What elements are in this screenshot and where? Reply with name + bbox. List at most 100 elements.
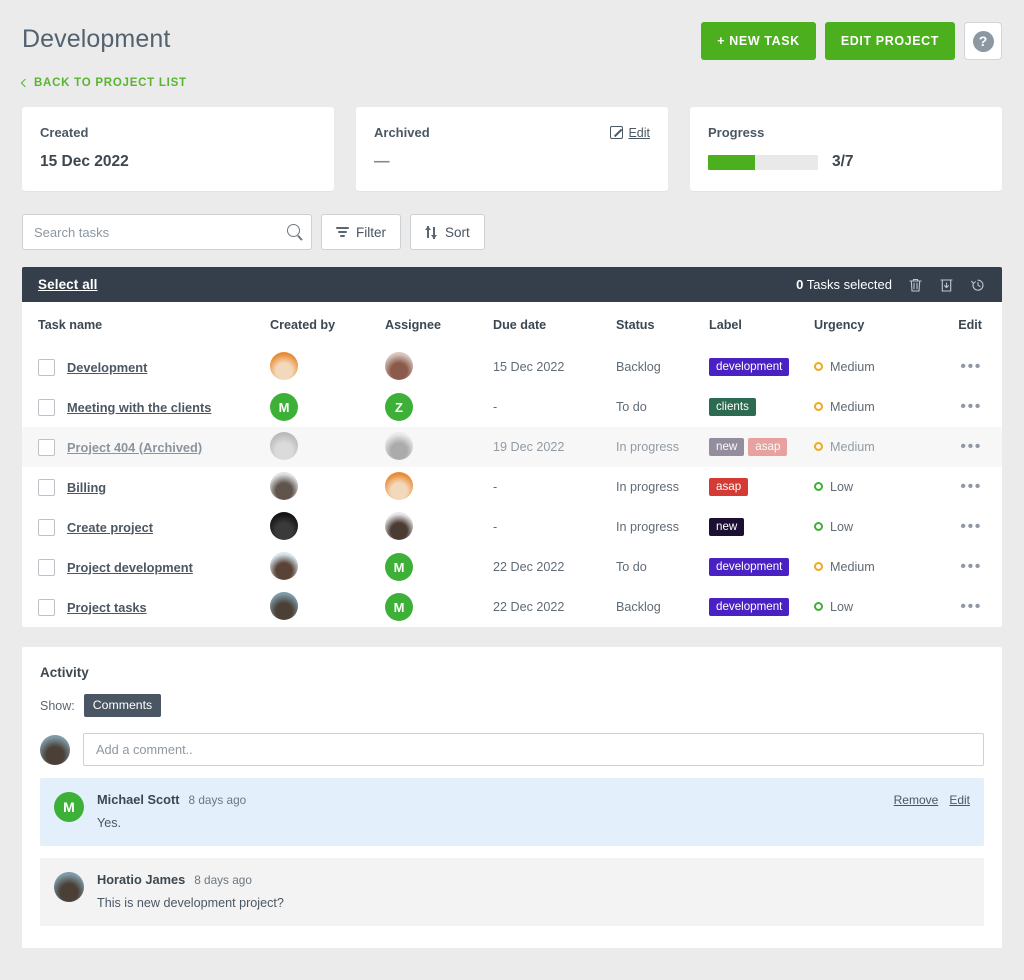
sort-label: Sort [445, 225, 470, 240]
current-user-avatar [40, 735, 70, 765]
comment-text: Yes. [97, 816, 970, 830]
urgency-cell: Low [814, 467, 924, 507]
progress-value: 3/7 [832, 153, 854, 171]
due-date-cell: 15 Dec 2022 [493, 347, 616, 387]
due-date-cell: 22 Dec 2022 [493, 587, 616, 627]
urgency-label: Low [830, 520, 853, 534]
table-row[interactable]: Project 404 (Archived) 19 Dec 2022In prog… [22, 427, 1002, 467]
created-by-cell [270, 587, 385, 627]
task-name-link[interactable]: Development [67, 360, 147, 375]
help-button[interactable]: ? [964, 22, 1002, 60]
column-header-urgency: Urgency [814, 302, 924, 347]
task-name-cell: Project 404 (Archived) [22, 427, 270, 467]
pencil-icon [610, 126, 623, 139]
urgency-label: Low [830, 480, 853, 494]
task-checkbox[interactable] [38, 439, 55, 456]
task-label-chip[interactable]: asap [748, 438, 787, 457]
comment-author: Horatio James [97, 872, 185, 887]
back-to-project-list-link[interactable]: BACK TO PROJECT LIST [22, 77, 187, 89]
due-date-cell: 19 Dec 2022 [493, 427, 616, 467]
task-checkbox[interactable] [38, 519, 55, 536]
tasks-table-body: Development15 Dec 2022Backlogdevelopment… [22, 347, 1002, 627]
assignee-cell: M [385, 587, 493, 627]
task-name-link[interactable]: Billing [67, 480, 106, 495]
comment-timestamp: 8 days ago [189, 793, 247, 807]
search-input[interactable] [23, 225, 311, 240]
urgency-cell: Low [814, 587, 924, 627]
trash-icon[interactable] [908, 277, 923, 293]
created-by-cell [270, 547, 385, 587]
task-checkbox[interactable] [38, 599, 55, 616]
table-row[interactable]: Billing-In progressasapLow••• [22, 467, 1002, 507]
assignee-avatar [385, 432, 413, 460]
created-by-avatar [270, 592, 298, 620]
task-checkbox[interactable] [38, 399, 55, 416]
table-row[interactable]: Meeting with the clientsMZ-To doclientsM… [22, 387, 1002, 427]
row-edit-cell: ••• [924, 467, 1002, 507]
activity-title: Activity [40, 665, 984, 680]
label-cell: clients [709, 387, 814, 427]
row-more-actions-button[interactable]: ••• [960, 558, 982, 575]
table-row[interactable]: Project developmentM22 Dec 2022To dodeve… [22, 547, 1002, 587]
edit-project-button[interactable]: EDIT PROJECT [825, 22, 955, 60]
row-more-actions-button[interactable]: ••• [960, 518, 982, 535]
comment-remove-link[interactable]: Remove [894, 793, 939, 807]
back-link-label: BACK TO PROJECT LIST [34, 77, 187, 89]
task-name-link[interactable]: Create project [67, 520, 153, 535]
task-label-chip[interactable]: development [709, 558, 789, 577]
task-name-link[interactable]: Project 404 (Archived) [67, 440, 202, 455]
assignee-cell: Z [385, 387, 493, 427]
select-all-link[interactable]: Select all [38, 277, 98, 292]
task-label-chip[interactable]: new [709, 438, 744, 457]
archived-card: Archived Edit — [356, 107, 668, 191]
task-name-link[interactable]: Meeting with the clients [67, 400, 211, 415]
archive-icon[interactable] [939, 277, 954, 293]
created-by-avatar [270, 552, 298, 580]
row-more-actions-button[interactable]: ••• [960, 478, 982, 495]
due-date-cell: 22 Dec 2022 [493, 547, 616, 587]
show-comments-pill[interactable]: Comments [84, 694, 161, 717]
table-row[interactable]: Development15 Dec 2022Backlogdevelopment… [22, 347, 1002, 387]
created-by-avatar [270, 432, 298, 460]
row-more-actions-button[interactable]: ••• [960, 598, 982, 615]
label-cell: asap [709, 467, 814, 507]
task-label-chip[interactable]: clients [709, 398, 756, 417]
task-name-link[interactable]: Project development [67, 560, 193, 575]
task-name-link[interactable]: Project tasks [67, 600, 147, 615]
table-row[interactable]: Create project-In progressnewLow••• [22, 507, 1002, 547]
label-cell: development [709, 587, 814, 627]
status-cell: Backlog [616, 587, 709, 627]
task-label-chip[interactable]: development [709, 358, 789, 377]
task-label-chip[interactable]: asap [709, 478, 748, 497]
task-checkbox[interactable] [38, 559, 55, 576]
row-edit-cell: ••• [924, 387, 1002, 427]
page-title: Development [22, 22, 170, 56]
row-more-actions-button[interactable]: ••• [960, 398, 982, 415]
created-card: Created 15 Dec 2022 [22, 107, 334, 191]
task-checkbox[interactable] [38, 359, 55, 376]
assignee-avatar: M [385, 553, 413, 581]
new-task-button[interactable]: + NEW TASK [701, 22, 816, 60]
filter-button[interactable]: Filter [321, 214, 401, 250]
task-label-chip[interactable]: development [709, 598, 789, 617]
assignee-cell [385, 427, 493, 467]
task-label-chip[interactable]: new [709, 518, 744, 537]
created-by-avatar [270, 472, 298, 500]
progress-bar-fill [708, 155, 755, 170]
history-icon[interactable] [970, 277, 986, 293]
status-cell: In progress [616, 427, 709, 467]
comment-edit-link[interactable]: Edit [949, 793, 970, 807]
tasks-table: Task name Created by Assignee Due date S… [22, 302, 1002, 627]
created-value: 15 Dec 2022 [40, 153, 316, 171]
task-checkbox[interactable] [38, 479, 55, 496]
urgency-ring-icon [814, 402, 823, 411]
add-comment-input[interactable] [83, 733, 984, 766]
archived-value: — [374, 153, 650, 171]
search-icon [287, 224, 300, 237]
table-row[interactable]: Project tasks M22 Dec 2022Backlogdevelopm… [22, 587, 1002, 627]
row-edit-cell: ••• [924, 347, 1002, 387]
row-more-actions-button[interactable]: ••• [960, 358, 982, 375]
row-more-actions-button[interactable]: ••• [960, 438, 982, 455]
archived-edit-link[interactable]: Edit [610, 126, 650, 140]
sort-button[interactable]: Sort [410, 214, 485, 250]
